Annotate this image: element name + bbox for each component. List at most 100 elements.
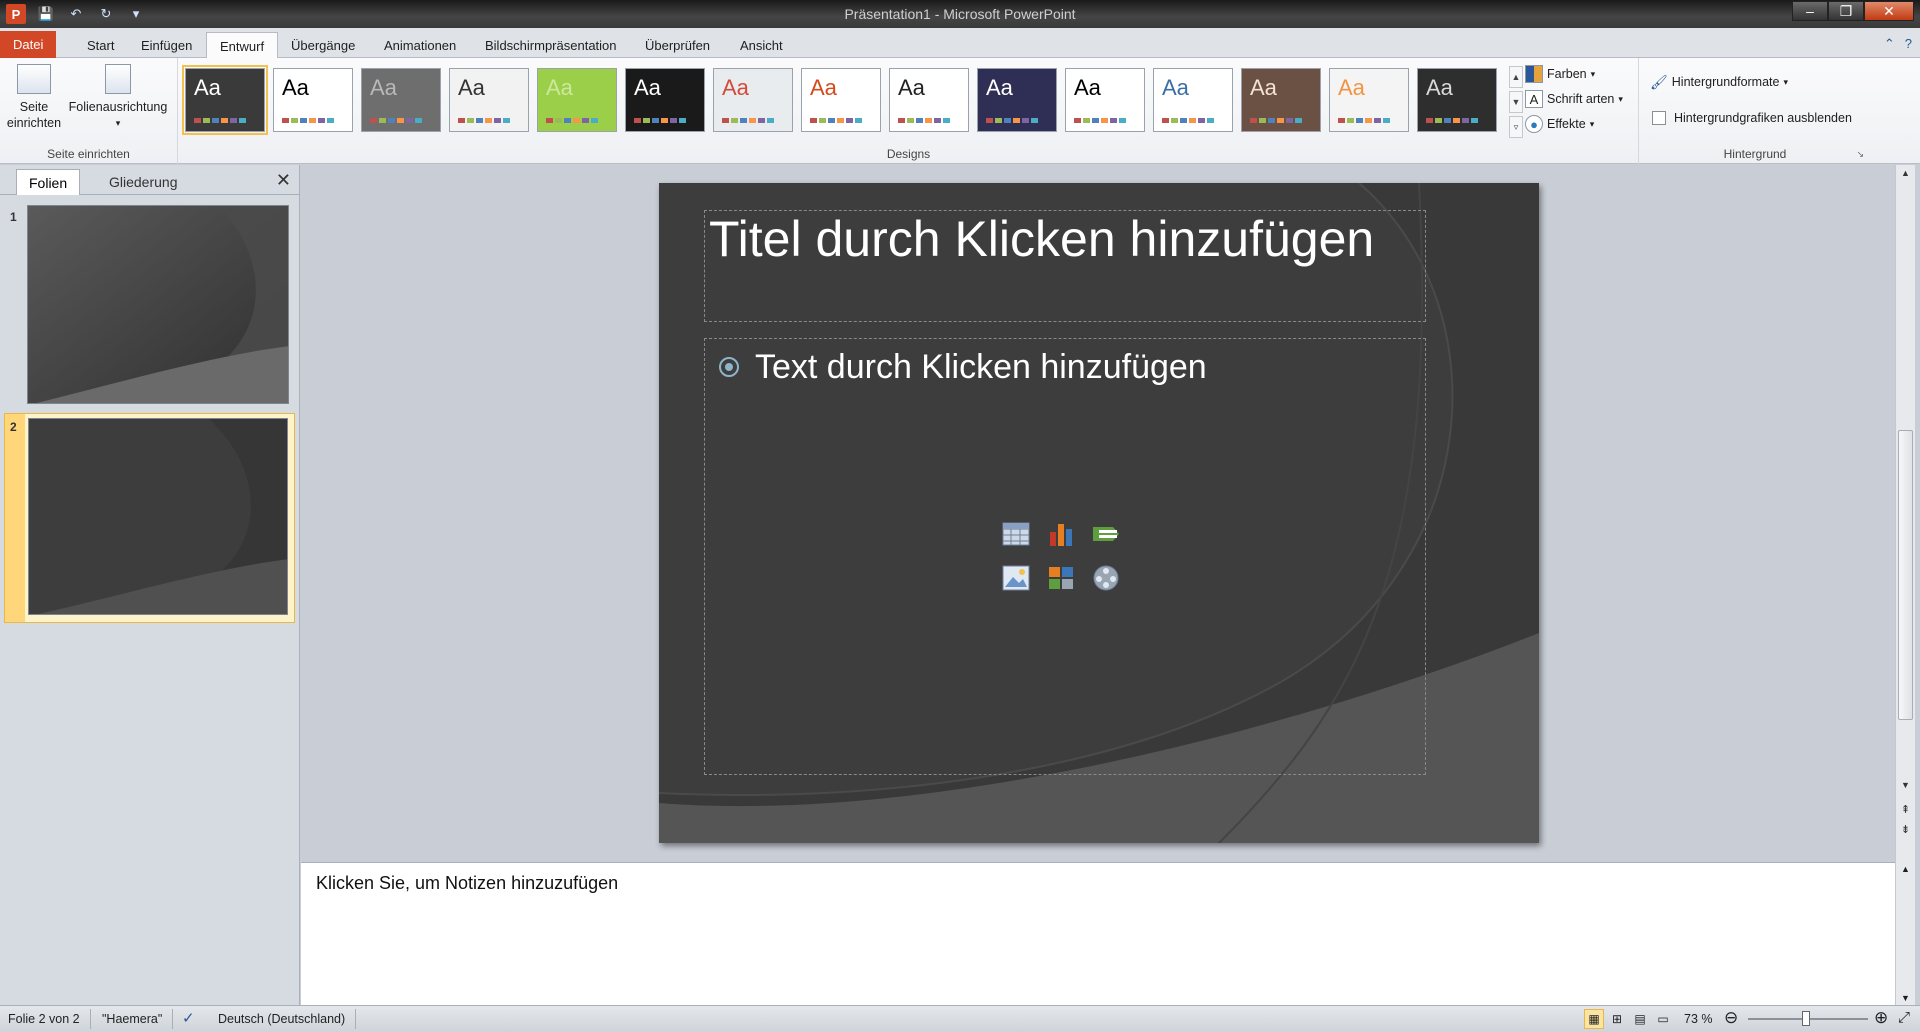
zoom-slider-thumb[interactable] [1802, 1011, 1811, 1026]
bullet-icon [719, 357, 739, 377]
media-icon[interactable] [1091, 563, 1121, 593]
smartart-icon[interactable] [1091, 519, 1121, 549]
zoom-slider[interactable] [1748, 1011, 1868, 1026]
tab-datei[interactable]: Datei [0, 31, 57, 58]
checkbox-icon[interactable] [1652, 111, 1666, 125]
minimize-ribbon-icon[interactable]: ⌃ [1884, 36, 1895, 52]
theme-thumbnail[interactable]: Aa [1241, 68, 1321, 132]
notes-placeholder[interactable]: Klicken Sie, um Notizen hinzuzufügen [316, 873, 618, 894]
theme-thumbnail[interactable]: Aa [977, 68, 1057, 132]
content-placeholder[interactable]: Text durch Klicken hinzufügen [704, 338, 1426, 775]
theme-thumbnail[interactable]: Aa [449, 68, 529, 132]
tab-einfuegen[interactable]: Einfügen [128, 32, 205, 58]
picture-icon[interactable] [1001, 563, 1031, 593]
slideshow-icon[interactable]: ▭ [1653, 1009, 1673, 1029]
fit-to-window-icon[interactable]: ⤢ [1898, 1009, 1910, 1026]
minimize-button[interactable]: – [1792, 1, 1828, 21]
scroll-down-icon[interactable]: ▼ [1896, 777, 1915, 793]
slide-edit-area: Titel durch Klicken hinzufügen Text durc… [301, 165, 1895, 862]
group-label: Designs [886, 147, 931, 161]
theme-thumbnail[interactable]: Aa [1329, 68, 1409, 132]
dialog-launcher-icon[interactable]: ↘ [1856, 149, 1864, 160]
theme-aa-label: Aa [898, 75, 925, 100]
spellcheck-icon[interactable]: ✓ [182, 1009, 195, 1027]
slide-orientation-button[interactable]: Folienausrichtung ▾ [66, 64, 170, 131]
slide-thumbnail-2[interactable] [28, 418, 288, 615]
theme-thumbnail[interactable]: Aa [1153, 68, 1233, 132]
theme-thumbnail[interactable]: Aa [182, 65, 268, 135]
notes-pane[interactable]: Klicken Sie, um Notizen hinzuzufügen [301, 862, 1895, 1005]
divider [172, 1009, 173, 1029]
tab-animationen[interactable]: Animationen [371, 32, 469, 58]
gallery-down-icon[interactable]: ▼ [1509, 91, 1523, 113]
close-button[interactable]: ✕ [1864, 1, 1914, 21]
theme-thumbnail[interactable]: Aa [537, 68, 617, 132]
hintergrundformate-button[interactable]: 🖌 Hintergrundformate ▾ [1650, 72, 1788, 92]
tab-entwurf[interactable]: Entwurf [206, 32, 279, 59]
gallery-more-icon[interactable]: ▿ [1509, 116, 1523, 138]
effekte-button[interactable]: ● Effekte ▾ [1525, 114, 1594, 134]
farben-button[interactable]: Farben ▾ [1525, 64, 1595, 84]
next-slide-icon[interactable]: ⇟ [1896, 821, 1915, 837]
theme-thumbnail[interactable]: Aa [1417, 68, 1497, 132]
theme-color-swatches [1074, 118, 1126, 123]
clipart-icon[interactable] [1046, 563, 1076, 593]
effects-icon: ● [1525, 115, 1543, 133]
theme-thumbnail[interactable]: Aa [1065, 68, 1145, 132]
gallery-up-icon[interactable]: ▲ [1509, 66, 1523, 88]
slide-thumbnail-art [29, 419, 287, 614]
zoom-level[interactable]: 73 % [1684, 1012, 1713, 1026]
body-text[interactable]: Text durch Klicken hinzufügen [755, 345, 1207, 389]
tab-folien[interactable]: Folien [16, 169, 81, 195]
slide-thumbnail-art [28, 206, 288, 403]
title-text[interactable]: Titel durch Klicken hinzufügen [709, 211, 1421, 267]
tab-gliederung[interactable]: Gliederung [97, 169, 190, 195]
table-icon[interactable] [1001, 519, 1031, 549]
effekte-label: Effekte [1547, 117, 1586, 131]
theme-thumbnail[interactable]: Aa [801, 68, 881, 132]
slides-pane: Folien Gliederung ✕ 1 2 [0, 165, 300, 1005]
theme-thumbnail[interactable]: Aa [625, 68, 705, 132]
language[interactable]: Deutsch (Deutschland) [218, 1012, 345, 1026]
hintergrundgrafiken-checkbox[interactable]: Hintergrundgrafiken ausblenden [1652, 108, 1852, 128]
theme-thumbnail[interactable]: Aa [361, 68, 441, 132]
zoom-in-icon[interactable]: ⊕ [1874, 1008, 1888, 1028]
zoom-out-icon[interactable]: ⊖ [1724, 1008, 1738, 1028]
page-setup-button[interactable]: Seite einrichten [6, 64, 62, 131]
title-placeholder[interactable]: Titel durch Klicken hinzufügen [704, 210, 1426, 322]
tab-start[interactable]: Start [74, 32, 127, 58]
gallery-scroll: ▲ ▼ ▿ [1509, 66, 1523, 138]
normal-view-icon[interactable]: ▦ [1584, 1009, 1604, 1029]
window-controls: – ❐ ✕ [1792, 1, 1914, 21]
maximize-button[interactable]: ❐ [1828, 1, 1864, 21]
help-icon[interactable]: ? [1905, 36, 1912, 52]
ribbon: Seite einrichten Folienausrichtung ▾ Sei… [0, 58, 1920, 164]
schriftarten-button[interactable]: A Schrift arten ▾ [1525, 89, 1623, 109]
previous-slide-icon[interactable]: ⇞ [1896, 801, 1915, 817]
theme-thumbnail[interactable]: Aa [273, 68, 353, 132]
chart-icon[interactable] [1046, 519, 1076, 549]
scroll-up-icon[interactable]: ▲ [1901, 864, 1910, 874]
notes-scrollbar[interactable]: ▲ ▼ [1895, 862, 1915, 1005]
tab-bildschirmpraesentation[interactable]: Bildschirmpräsentation [472, 32, 630, 58]
theme-thumbnail[interactable]: Aa [889, 68, 969, 132]
tab-ansicht[interactable]: Ansicht [727, 32, 796, 58]
close-icon[interactable]: ✕ [276, 170, 291, 191]
scroll-up-icon[interactable]: ▲ [1896, 165, 1915, 181]
theme-aa-label: Aa [194, 75, 221, 100]
window-title: Präsentation1 - Microsoft PowerPoint [844, 6, 1076, 22]
slide-canvas[interactable]: Titel durch Klicken hinzufügen Text durc… [659, 183, 1539, 843]
group-seite-einrichten: Seite einrichten Folienausrichtung ▾ Sei… [0, 58, 178, 164]
slide-thumbnail-1[interactable] [27, 205, 289, 404]
tab-ueberpruefen[interactable]: Überprüfen [632, 32, 723, 58]
scroll-thumb[interactable] [1898, 430, 1913, 720]
vertical-scrollbar[interactable]: ▲ ▼ ⇞ ⇟ [1895, 165, 1915, 862]
theme-thumbnail[interactable]: Aa [713, 68, 793, 132]
reading-view-icon[interactable]: ▤ [1630, 1009, 1650, 1029]
slide-orientation-label: Folienausrichtung [68, 100, 168, 114]
scroll-down-icon[interactable]: ▼ [1901, 993, 1910, 1003]
slide-sorter-icon[interactable]: ⊞ [1607, 1009, 1627, 1029]
theme-color-swatches [1162, 118, 1214, 123]
theme-color-swatches [634, 118, 686, 123]
tab-uebergaenge[interactable]: Übergänge [278, 32, 368, 58]
